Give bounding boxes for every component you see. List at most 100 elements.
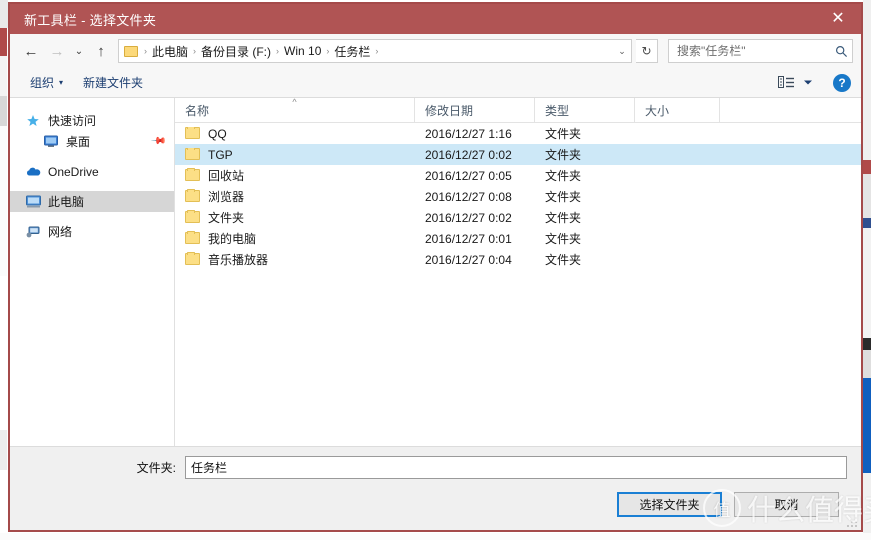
column-header-type[interactable]: 类型 (535, 98, 635, 122)
bg-sliver (0, 533, 871, 540)
file-name-cell: 回收站 (175, 167, 415, 184)
sort-ascending-icon: ^ (292, 97, 297, 107)
sidebar-item-this-pc[interactable]: 此电脑 (10, 191, 174, 212)
sidebar-item-label: 此电脑 (48, 195, 85, 209)
bg-sliver (0, 126, 7, 276)
back-button[interactable]: ← (18, 38, 44, 64)
organize-button[interactable]: 组织 ▾ (20, 72, 73, 94)
new-folder-button[interactable]: 新建文件夹 (73, 72, 153, 94)
file-type-cell: 文件夹 (545, 190, 582, 204)
bg-sliver (863, 378, 871, 473)
navigation-pane: 快速访问 桌面 📌 OneDrive 此电脑 网络 (10, 98, 175, 446)
file-type-cell: 文件夹 (545, 169, 582, 183)
file-name: 我的电脑 (208, 232, 257, 246)
bg-sliver (0, 28, 7, 56)
column-headers: ^ 名称 修改日期 类型 大小 (175, 98, 861, 123)
file-name: 音乐播放器 (208, 253, 269, 267)
monitor-icon (42, 135, 60, 148)
sidebar-item-label: 快速访问 (48, 114, 97, 128)
file-date-cell: 2016/12/27 0:05 (425, 168, 512, 183)
table-row[interactable]: 文件夹 2016/12/27 0:02 文件夹 (175, 207, 861, 228)
table-row[interactable]: TGP 2016/12/27 0:02 文件夹 (175, 144, 861, 165)
folder-icon (185, 252, 201, 266)
footer-buttons: 选择文件夹 取消 (10, 487, 861, 521)
sidebar-item-onedrive[interactable]: OneDrive (10, 161, 174, 182)
pin-icon: 📌 (149, 133, 167, 150)
up-button[interactable]: ↑ (88, 38, 114, 64)
bg-sliver (863, 350, 871, 378)
file-type-cell: 文件夹 (545, 148, 582, 162)
folder-icon (185, 210, 201, 224)
dialog-footer: 文件夹: 任务栏 选择文件夹 取消 (10, 446, 861, 530)
sidebar-item-quick-access[interactable]: 快速访问 (10, 110, 174, 131)
cloud-icon (24, 166, 42, 177)
file-name-cell: TGP (175, 147, 415, 162)
chevron-down-icon[interactable]: ⌄ (613, 40, 631, 62)
close-icon[interactable]: ✕ (815, 4, 861, 34)
file-name: 浏览器 (208, 190, 245, 204)
folder-icon (185, 231, 201, 245)
help-button[interactable]: ? (833, 73, 851, 92)
breadcrumb-item-3[interactable]: 任务栏 (330, 43, 374, 60)
file-date-cell: 2016/12/27 0:02 (425, 210, 512, 225)
search-box[interactable] (668, 39, 853, 63)
cancel-button[interactable]: 取消 (734, 491, 839, 517)
file-name: TGP (208, 147, 233, 162)
dialog-body: 快速访问 桌面 📌 OneDrive 此电脑 网络 ^ 名称 修改日期 类型 大… (10, 98, 861, 446)
navigation-bar: ← → ⌄ ↑ › 此电脑 › 备份目录 (F:) › Win 10 › 任务栏… (10, 34, 861, 68)
bg-sliver (0, 0, 8, 28)
bg-sliver (863, 160, 871, 174)
bg-sliver (863, 218, 871, 228)
file-name-cell: 我的电脑 (175, 230, 415, 247)
file-name-cell: 文件夹 (175, 209, 415, 226)
computer-icon (24, 195, 42, 208)
folder-icon (124, 45, 139, 57)
bg-sliver (0, 430, 7, 470)
bg-sliver (0, 96, 7, 126)
resize-grip[interactable] (845, 515, 857, 527)
address-bar[interactable]: › 此电脑 › 备份目录 (F:) › Win 10 › 任务栏 › ⌄ (118, 39, 632, 63)
table-row[interactable]: 回收站 2016/12/27 0:05 文件夹 (175, 165, 861, 186)
select-folder-button[interactable]: 选择文件夹 (617, 491, 722, 517)
column-header-name[interactable]: ^ 名称 (175, 98, 415, 122)
file-name: 回收站 (208, 169, 245, 183)
file-list-pane: ^ 名称 修改日期 类型 大小 QQ 2016/12/27 1:16 文件夹 T… (175, 98, 861, 446)
table-row[interactable]: 音乐播放器 2016/12/27 0:04 文件夹 (175, 249, 861, 270)
window-title: 新工具栏 - 选择文件夹 (24, 12, 157, 28)
file-name-cell: 浏览器 (175, 188, 415, 205)
table-row[interactable]: 我的电脑 2016/12/27 0:01 文件夹 (175, 228, 861, 249)
sidebar-item-network[interactable]: 网络 (10, 221, 174, 242)
view-mode-icon[interactable] (775, 73, 797, 93)
column-header-date[interactable]: 修改日期 (415, 98, 535, 122)
refresh-icon[interactable]: ↻ (636, 39, 658, 63)
column-header-size[interactable]: 大小 (635, 98, 720, 122)
search-input[interactable] (669, 44, 830, 58)
sidebar-item-label: OneDrive (48, 164, 99, 179)
recent-locations-button[interactable]: ⌄ (70, 38, 88, 64)
table-row[interactable]: QQ 2016/12/27 1:16 文件夹 (175, 123, 861, 144)
folder-icon (185, 126, 201, 140)
view-mode-chevron-down-icon[interactable] (797, 73, 819, 93)
file-date-cell: 2016/12/27 0:08 (425, 189, 512, 204)
folder-input[interactable]: 任务栏 (185, 455, 847, 479)
organize-label: 组织 (30, 76, 55, 90)
file-type-cell: 文件夹 (545, 127, 582, 141)
breadcrumb-item-0[interactable]: 此电脑 (148, 43, 192, 60)
file-type-cell: 文件夹 (545, 232, 582, 246)
file-name-cell: QQ (175, 126, 415, 141)
breadcrumb-item-1[interactable]: 备份目录 (F:) (197, 43, 275, 60)
sidebar-item-label: 网络 (48, 225, 73, 239)
table-row[interactable]: 浏览器 2016/12/27 0:08 文件夹 (175, 186, 861, 207)
column-label: 名称 (185, 103, 210, 118)
file-date-cell: 2016/12/27 0:01 (425, 231, 512, 246)
bg-sliver (863, 174, 871, 218)
star-icon (24, 114, 42, 128)
bg-sliver (863, 473, 871, 540)
breadcrumb-item-2[interactable]: Win 10 (280, 44, 325, 58)
search-icon[interactable] (830, 45, 852, 58)
sidebar-item-desktop[interactable]: 桌面 📌 (10, 131, 174, 152)
folder-icon (185, 189, 201, 203)
